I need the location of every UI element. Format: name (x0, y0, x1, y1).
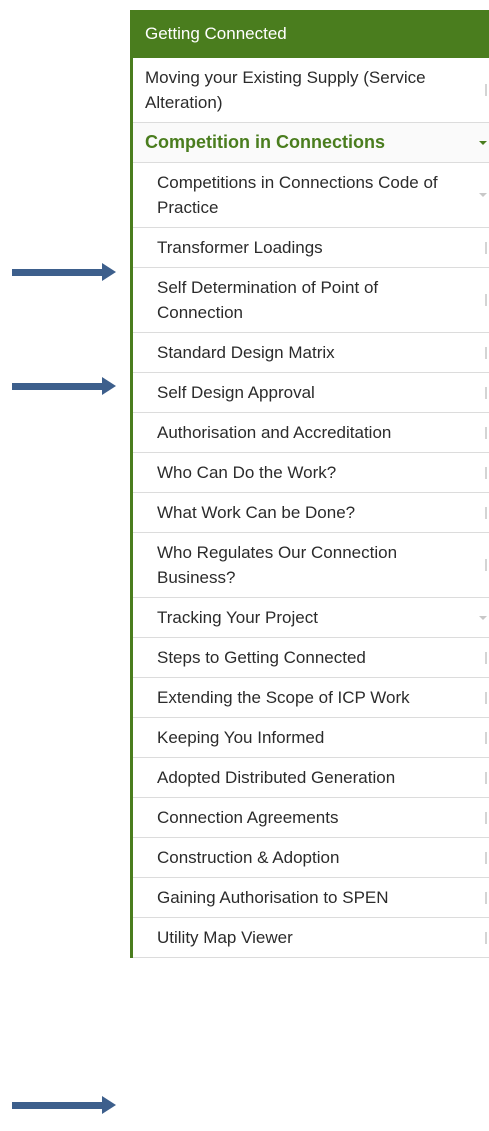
menu-item-transformer-loadings[interactable]: Transformer Loadings (133, 228, 489, 268)
menu-item-who-can-do-work[interactable]: Who Can Do the Work? (133, 453, 489, 493)
expand-bar-icon (485, 426, 487, 439)
expand-bar-icon (485, 294, 487, 306)
menu-item-label: Connection Agreements (157, 808, 339, 827)
expand-bar-icon (485, 931, 487, 944)
menu-item-moving-existing-supply[interactable]: Moving your Existing Supply (Service Alt… (133, 58, 489, 123)
menu-item-code-of-practice[interactable]: Competitions in Connections Code of Prac… (133, 163, 489, 228)
menu-item-label: Gaining Authorisation to SPEN (157, 888, 389, 907)
sidebar-menu: Getting Connected Moving your Existing S… (130, 10, 489, 958)
menu-item-adopted-distributed-generation[interactable]: Adopted Distributed Generation (133, 758, 489, 798)
menu-item-label: Standard Design Matrix (157, 343, 335, 362)
menu-item-who-regulates[interactable]: Who Regulates Our Connection Business? (133, 533, 489, 598)
menu-item-label: Who Regulates Our Connection Business? (157, 543, 398, 587)
menu-item-label: What Work Can be Done? (157, 503, 356, 522)
menu-item-steps-to-getting-connected[interactable]: Steps to Getting Connected (133, 638, 489, 678)
menu-header-getting-connected[interactable]: Getting Connected (133, 10, 489, 58)
menu-item-label: Extending the Scope of ICP Work (157, 688, 410, 707)
menu-item-keeping-you-informed[interactable]: Keeping You Informed (133, 718, 489, 758)
expand-bar-icon (485, 84, 487, 96)
expand-bar-icon (485, 891, 487, 904)
menu-item-self-determination[interactable]: Self Determination of Point of Connectio… (133, 268, 489, 333)
right-arrow-icon (12, 377, 116, 395)
menu-item-label: Utility Map Viewer (157, 928, 293, 947)
menu-section-label: Competition in Connections (145, 132, 385, 152)
expand-bar-icon (485, 346, 487, 359)
expand-bar-icon (485, 811, 487, 824)
menu-item-tracking-your-project[interactable]: Tracking Your Project (133, 598, 489, 638)
expand-bar-icon (485, 651, 487, 664)
menu-item-construction-adoption[interactable]: Construction & Adoption (133, 838, 489, 878)
expand-bar-icon (485, 731, 487, 744)
menu-item-label: Who Can Do the Work? (157, 463, 337, 482)
menu-item-label: Competitions in Connections Code of Prac… (157, 173, 438, 217)
expand-bar-icon (485, 506, 487, 519)
expand-bar-icon (485, 241, 487, 254)
expand-bar-icon (485, 466, 487, 479)
menu-item-label: Self Determination of Point of Connectio… (157, 278, 379, 322)
menu-item-label: Steps to Getting Connected (157, 648, 366, 667)
menu-item-extending-icp-scope[interactable]: Extending the Scope of ICP Work (133, 678, 489, 718)
menu-item-connection-agreements[interactable]: Connection Agreements (133, 798, 489, 838)
menu-item-utility-map-viewer[interactable]: Utility Map Viewer (133, 918, 489, 958)
menu-item-gaining-authorisation-spen[interactable]: Gaining Authorisation to SPEN (133, 878, 489, 918)
menu-item-label: Self Design Approval (157, 383, 315, 402)
menu-item-what-work-can-be-done[interactable]: What Work Can be Done? (133, 493, 489, 533)
menu-item-label: Moving your Existing Supply (Service Alt… (145, 68, 426, 112)
expand-bar-icon (485, 691, 487, 704)
menu-item-label: Construction & Adoption (157, 848, 340, 867)
menu-item-label: Adopted Distributed Generation (157, 768, 396, 787)
right-arrow-icon (12, 263, 116, 281)
chevron-down-icon (479, 140, 487, 145)
menu-item-label: Authorisation and Accreditation (157, 423, 392, 442)
chevron-down-icon (479, 193, 487, 197)
expand-bar-icon (485, 771, 487, 784)
menu-item-authorisation-accreditation[interactable]: Authorisation and Accreditation (133, 413, 489, 453)
expand-bar-icon (485, 386, 487, 399)
menu-item-standard-design-matrix[interactable]: Standard Design Matrix (133, 333, 489, 373)
expand-bar-icon (485, 851, 487, 864)
chevron-down-icon (479, 615, 487, 620)
menu-item-label: Tracking Your Project (157, 608, 318, 627)
menu-item-self-design-approval[interactable]: Self Design Approval (133, 373, 489, 413)
menu-item-label: Keeping You Informed (157, 728, 325, 747)
expand-bar-icon (485, 559, 487, 571)
menu-section-competition-in-connections[interactable]: Competition in Connections (133, 123, 489, 163)
menu-item-label: Transformer Loadings (157, 238, 323, 257)
right-arrow-icon (12, 1096, 116, 1114)
